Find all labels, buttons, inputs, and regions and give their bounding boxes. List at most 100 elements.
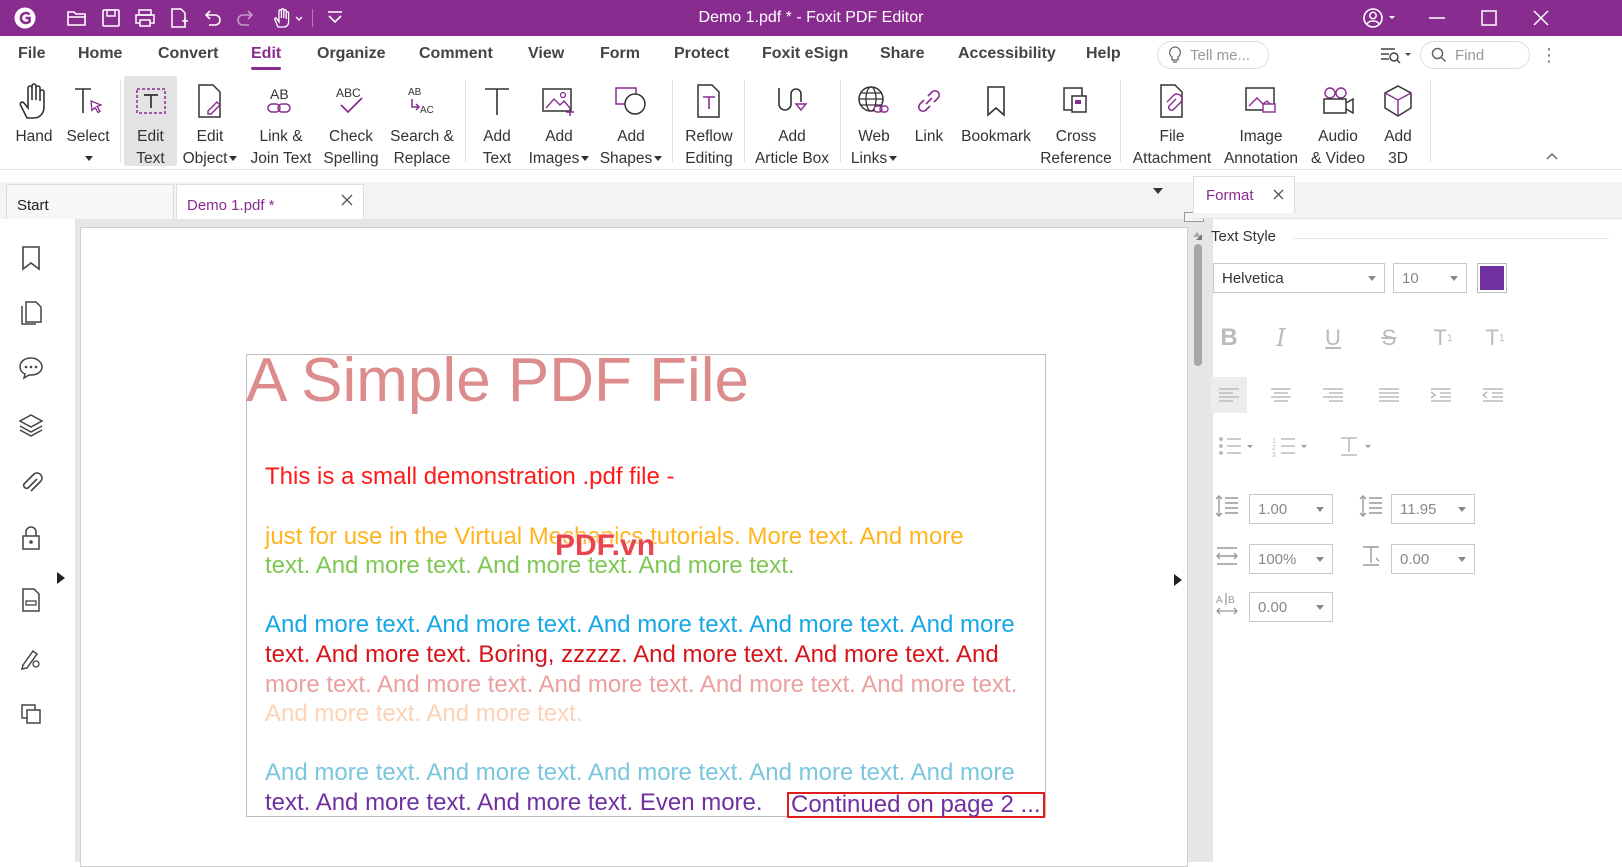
- add-3d-button[interactable]: Add 3D: [1374, 76, 1422, 167]
- horizontal-scale-select[interactable]: 100%: [1249, 544, 1333, 574]
- close-window-button[interactable]: [1516, 0, 1566, 36]
- strikethrough-icon[interactable]: S: [1371, 320, 1407, 356]
- selected-text[interactable]: Continued on page 2 ...: [787, 792, 1045, 818]
- menu-organize[interactable]: Organize: [317, 45, 385, 63]
- tell-me-search[interactable]: Tell me...: [1157, 41, 1269, 69]
- text-direction-icon[interactable]: [1335, 428, 1379, 464]
- bold-icon[interactable]: B: [1211, 320, 1247, 356]
- menu-share[interactable]: Share: [880, 45, 924, 63]
- link-button[interactable]: Link: [906, 76, 952, 166]
- add-images-button[interactable]: Add Images: [526, 76, 592, 167]
- close-format-icon[interactable]: [1273, 189, 1284, 200]
- expand-left-panel-icon[interactable]: [56, 572, 66, 584]
- account-icon[interactable]: [1355, 0, 1405, 36]
- edit-object-button[interactable]: Edit Object: [180, 76, 240, 167]
- bullet-list-icon[interactable]: [1215, 428, 1259, 464]
- tab-format[interactable]: Format: [1193, 176, 1295, 213]
- menu-foxit-esign[interactable]: Foxit eSign: [762, 45, 848, 63]
- file-attachment-button[interactable]: File Attachment: [1130, 76, 1214, 167]
- pdf-line-9[interactable]: text. And more text. And more text. Even…: [265, 789, 763, 817]
- audio-video-button[interactable]: Audio & Video: [1308, 76, 1368, 167]
- pdf-line-5[interactable]: text. And more text. Boring, zzzzz. And …: [265, 641, 999, 669]
- text-edit-box[interactable]: A Simple PDF File This is a small demons…: [246, 346, 1046, 818]
- line-spacing-select[interactable]: 1.00: [1249, 494, 1333, 524]
- link-join-text-button[interactable]: AB Link & Join Text: [250, 76, 312, 167]
- menu-view[interactable]: View: [528, 45, 564, 63]
- menu-home[interactable]: Home: [78, 45, 122, 63]
- maximize-button[interactable]: [1464, 0, 1514, 36]
- numbered-list-icon[interactable]: 123: [1269, 428, 1313, 464]
- destinations-panel-icon[interactable]: [16, 699, 46, 729]
- hand-tool-button[interactable]: Hand: [6, 76, 62, 166]
- find-input[interactable]: Find: [1420, 41, 1530, 69]
- superscript-icon[interactable]: T1: [1425, 320, 1461, 356]
- content-panel-icon[interactable]: [16, 585, 46, 615]
- outdent-icon[interactable]: [1475, 377, 1511, 413]
- tab-demo-pdf[interactable]: Demo 1.pdf *: [176, 184, 364, 219]
- close-tab-icon[interactable]: [341, 194, 353, 206]
- pdf-line-8[interactable]: And more text. And more text. And more t…: [265, 759, 1015, 787]
- menu-comment[interactable]: Comment: [419, 45, 493, 63]
- font-size-select[interactable]: 10: [1393, 263, 1467, 293]
- web-links-button[interactable]: Web Links: [846, 76, 902, 167]
- baseline-offset-select[interactable]: 0.00: [1391, 544, 1475, 574]
- edit-text-button[interactable]: Edit Text: [124, 76, 177, 167]
- paragraph-spacing-select[interactable]: 11.95: [1391, 494, 1475, 524]
- foxit-logo-icon[interactable]: [12, 6, 38, 30]
- menu-help[interactable]: Help: [1086, 45, 1121, 63]
- scroll-thumb[interactable]: [1194, 244, 1202, 366]
- check-spelling-button[interactable]: ABC Check Spelling: [320, 76, 382, 167]
- pages-panel-icon[interactable]: [16, 298, 46, 328]
- search-replace-button[interactable]: AB AC Search & Replace: [388, 76, 456, 167]
- image-annotation-button[interactable]: Image Annotation: [1218, 76, 1304, 167]
- pdf-line-7[interactable]: And more text. And more text.: [265, 700, 582, 728]
- hand-tool-dropdown-icon[interactable]: [270, 6, 306, 30]
- text-style-section[interactable]: Text Style: [1195, 228, 1276, 245]
- print-icon[interactable]: [132, 6, 158, 30]
- add-shapes-button[interactable]: Add Shapes: [598, 76, 664, 167]
- underline-icon[interactable]: U: [1315, 320, 1351, 356]
- pdf-line-6[interactable]: more text. And more text. And more text.…: [265, 671, 1017, 699]
- subscript-icon[interactable]: T1: [1477, 320, 1513, 356]
- signature-panel-icon[interactable]: [16, 643, 46, 673]
- layers-panel-icon[interactable]: [16, 410, 46, 440]
- search-options-icon[interactable]: [1378, 45, 1414, 65]
- pdf-page[interactable]: A Simple PDF File This is a small demons…: [80, 227, 1188, 867]
- menu-file[interactable]: File: [18, 45, 46, 63]
- indent-icon[interactable]: [1423, 377, 1459, 413]
- menu-form[interactable]: Form: [600, 45, 640, 63]
- open-folder-icon[interactable]: [64, 6, 90, 30]
- customize-toolbar-icon[interactable]: [322, 6, 348, 30]
- align-right-icon[interactable]: [1315, 377, 1351, 413]
- new-file-icon[interactable]: [166, 6, 192, 30]
- pdf-line-4[interactable]: And more text. And more text. And more t…: [265, 611, 1015, 639]
- menu-accessibility[interactable]: Accessibility: [958, 45, 1056, 63]
- minimize-button[interactable]: [1412, 0, 1462, 36]
- comments-panel-icon[interactable]: [16, 353, 46, 383]
- word-spacing-select[interactable]: 0.00: [1249, 592, 1333, 622]
- menu-edit[interactable]: Edit: [251, 45, 282, 70]
- vertical-scrollbar[interactable]: [1184, 212, 1206, 862]
- pdf-line-3[interactable]: text. And more text. And more text. And …: [265, 552, 795, 580]
- bookmark-panel-icon[interactable]: [16, 243, 46, 273]
- attachments-panel-icon[interactable]: [16, 467, 46, 497]
- italic-icon[interactable]: I: [1263, 320, 1299, 356]
- document-viewer[interactable]: A Simple PDF File This is a small demons…: [76, 219, 1212, 867]
- tab-start[interactable]: Start: [6, 184, 174, 219]
- align-center-icon[interactable]: [1263, 377, 1299, 413]
- reflow-editing-button[interactable]: Reflow Editing: [680, 76, 738, 167]
- save-icon[interactable]: [98, 6, 124, 30]
- undo-icon[interactable]: [199, 6, 225, 30]
- pdf-title[interactable]: A Simple PDF File: [246, 345, 749, 416]
- justify-icon[interactable]: [1371, 377, 1407, 413]
- collapse-ribbon-icon[interactable]: [1546, 152, 1558, 160]
- bookmark-button[interactable]: Bookmark: [958, 76, 1034, 166]
- pdf-line-1[interactable]: This is a small demonstration .pdf file …: [265, 463, 675, 491]
- select-tool-button[interactable]: Select: [62, 76, 114, 166]
- add-article-box-button[interactable]: Add Article Box: [752, 76, 832, 167]
- menu-convert[interactable]: Convert: [158, 45, 218, 63]
- redo-icon[interactable]: [233, 6, 259, 30]
- font-color-picker[interactable]: [1477, 263, 1507, 293]
- more-options-icon[interactable]: ⋮: [1540, 45, 1558, 66]
- cross-reference-button[interactable]: Cross Reference: [1040, 76, 1112, 167]
